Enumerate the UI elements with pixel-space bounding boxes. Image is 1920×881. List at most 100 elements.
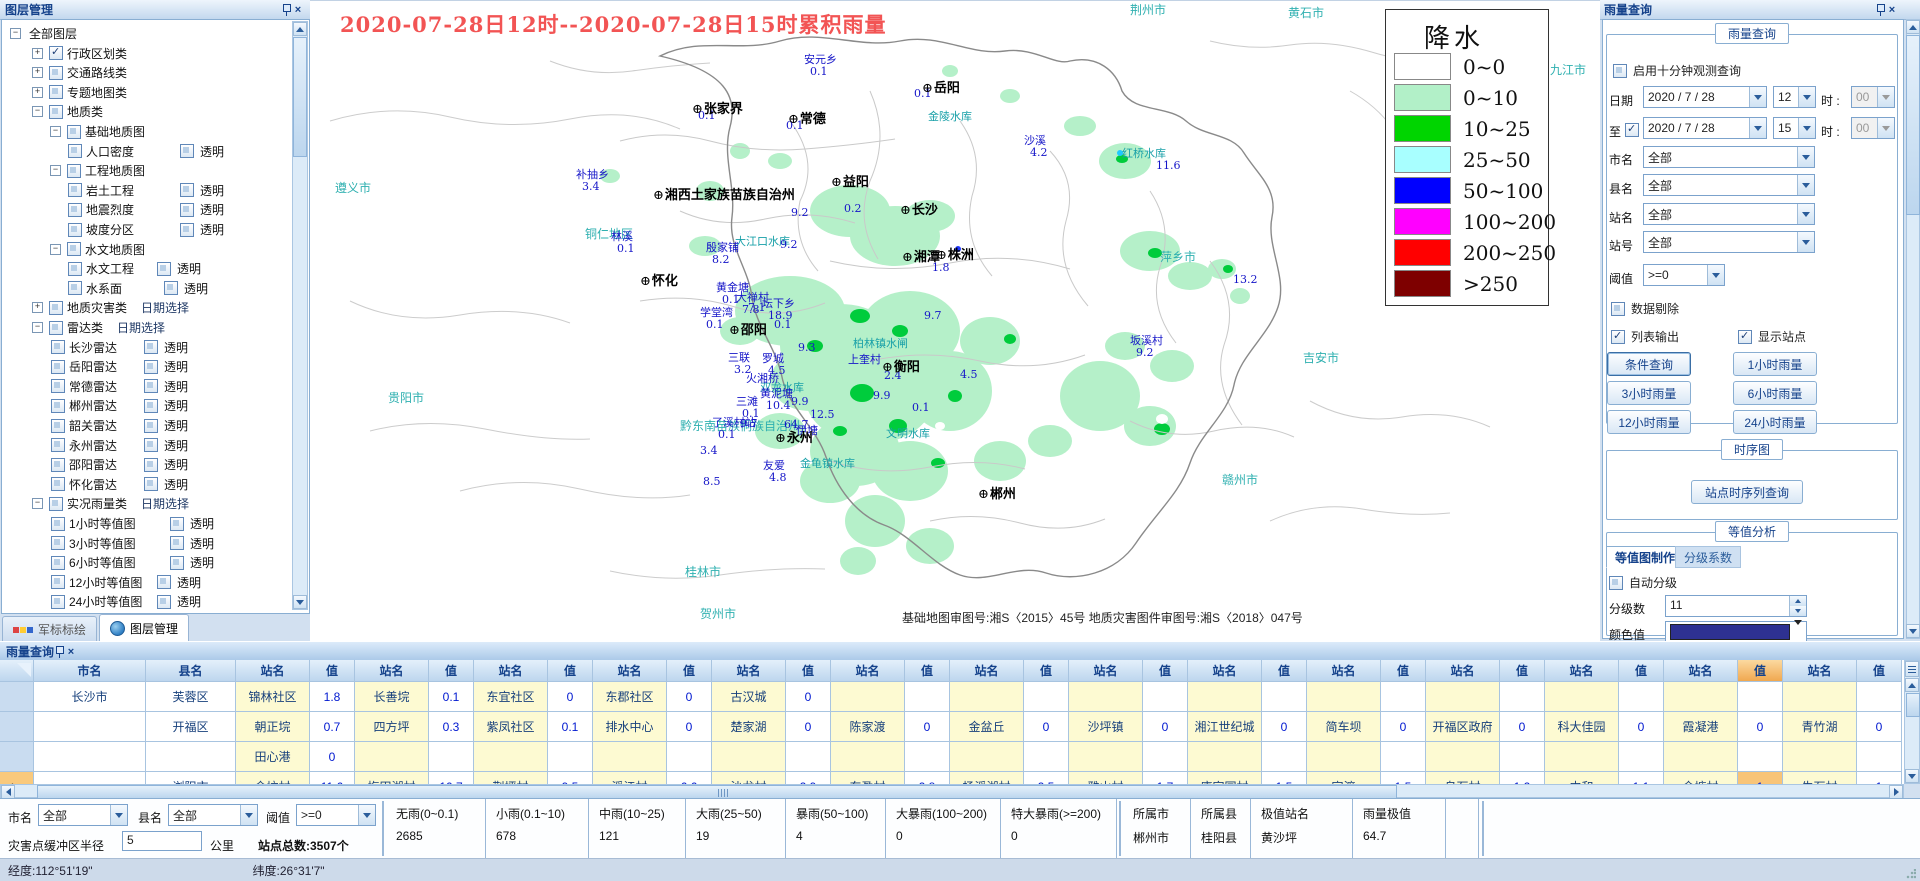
cell-value[interactable]: 0: [1143, 712, 1188, 742]
layer-label[interactable]: 永州雷达: [69, 437, 117, 454]
cell-city[interactable]: [34, 772, 146, 784]
buffer-radius-input[interactable]: 5: [122, 831, 202, 851]
layer-label[interactable]: 怀化雷达: [69, 476, 117, 493]
cell-value[interactable]: 0.7: [310, 712, 355, 742]
cell-value[interactable]: [1143, 682, 1188, 712]
expander-icon[interactable]: +: [32, 67, 43, 78]
cell-station-name[interactable]: 青竹湖: [1783, 712, 1857, 742]
cell-value[interactable]: 0: [667, 682, 712, 712]
tree-node-常德雷达[interactable]: 常德雷达透明: [2, 377, 117, 396]
layer-checkbox[interactable]: [49, 46, 63, 60]
col-header-station[interactable]: 站名: [1664, 660, 1738, 682]
cell-station-name[interactable]: 简车坝: [1307, 712, 1381, 742]
cell-station-name[interactable]: 长善垸: [355, 682, 429, 712]
tree-node-水文工程[interactable]: 水文工程透明: [2, 259, 134, 278]
cell-city[interactable]: [34, 742, 146, 772]
cell-value[interactable]: [1857, 682, 1902, 712]
cell-station-name[interactable]: [355, 742, 429, 772]
rain-6h-button[interactable]: 6小时雨量: [1733, 381, 1817, 405]
col-header-station[interactable]: 站名: [474, 660, 548, 682]
tree-node-坡度分区[interactable]: 坡度分区透明: [2, 220, 134, 239]
threshold-combo[interactable]: >=0: [1643, 264, 1725, 286]
cell-station-name[interactable]: [1664, 682, 1738, 712]
rain-12h-button[interactable]: 12小时雨量: [1607, 410, 1691, 434]
layer-checkbox[interactable]: [67, 242, 81, 256]
layer-label[interactable]: 6小时等值图: [69, 554, 136, 571]
col-header-value[interactable]: 值: [548, 660, 593, 682]
tab-layer-manager[interactable]: 图层管理: [99, 614, 189, 641]
expander-icon[interactable]: +: [32, 302, 43, 313]
cell-value[interactable]: 0.3: [429, 712, 474, 742]
cell-value[interactable]: [1024, 742, 1069, 772]
cell-value[interactable]: 1.7: [1143, 772, 1188, 784]
cell-value[interactable]: [905, 682, 950, 712]
row-indicator[interactable]: [0, 712, 34, 742]
list-output-row[interactable]: 列表输出: [1611, 328, 1679, 345]
cell-value[interactable]: 0: [667, 712, 712, 742]
cell-value[interactable]: [1262, 742, 1307, 772]
table-row[interactable]: ▶浏阳市金坑村11.6梅田湖村10.7荆坪村9.5溪江村6.6沙龙村2.9东盈村…: [0, 772, 1904, 784]
cell-station-name[interactable]: [1545, 742, 1619, 772]
layer-label[interactable]: 基础地质图: [85, 123, 145, 140]
cell-station-name[interactable]: 荆坪村: [474, 772, 548, 784]
cell-value[interactable]: 0.1: [548, 712, 593, 742]
transparent-checkbox[interactable]: [170, 556, 184, 570]
transparent-checkbox[interactable]: [144, 458, 158, 472]
cell-station-name[interactable]: 陈家渡: [831, 712, 905, 742]
map-canvas[interactable]: 2020-07-28日12时--2020-07-28日15时累积雨量 荆州市黄石…: [310, 0, 1600, 642]
cell-station-name[interactable]: [1426, 742, 1500, 772]
cell-value[interactable]: 1.1: [1619, 772, 1664, 784]
tree-node-交通路线类[interactable]: + 交通路线类: [2, 63, 127, 82]
expander-icon[interactable]: −: [32, 106, 43, 117]
col-header-station[interactable]: 站名: [1188, 660, 1262, 682]
cell-value[interactable]: [1619, 682, 1664, 712]
layer-checkbox[interactable]: [51, 575, 65, 589]
cell-value[interactable]: 0: [786, 712, 831, 742]
tree-node-岩土工程[interactable]: 岩土工程透明: [2, 181, 134, 200]
layer-checkbox[interactable]: [51, 419, 65, 433]
cell-station-name[interactable]: [1545, 682, 1619, 712]
col-header-station[interactable]: 站名: [593, 660, 667, 682]
layer-label[interactable]: 交通路线类: [67, 64, 127, 81]
cell-value[interactable]: 0: [1262, 712, 1307, 742]
cell-station-name[interactable]: 金坑村: [236, 772, 310, 784]
layer-label[interactable]: 地质类: [67, 103, 103, 120]
cell-station-name[interactable]: [1188, 682, 1262, 712]
col-header-value[interactable]: 值: [1381, 660, 1426, 682]
cell-value[interactable]: 0: [1024, 712, 1069, 742]
layer-checkbox[interactable]: [49, 497, 63, 511]
cell-station-name[interactable]: 沙龙村: [712, 772, 786, 784]
transparent-checkbox[interactable]: [144, 360, 158, 374]
filter-county-combo[interactable]: 全部: [168, 804, 258, 826]
tree-node-邵阳雷达[interactable]: 邵阳雷达透明: [2, 455, 117, 474]
col-header-value[interactable]: 值: [1738, 660, 1783, 682]
cell-station-name[interactable]: [474, 742, 548, 772]
cell-station-name[interactable]: 雅山村: [1069, 772, 1143, 784]
tree-node-水文地质图[interactable]: −水文地质图: [2, 240, 145, 259]
cell-value[interactable]: 2.5: [1024, 772, 1069, 784]
cell-city[interactable]: 长沙市: [34, 682, 146, 712]
cell-station-name[interactable]: [831, 682, 905, 712]
layer-checkbox[interactable]: [49, 301, 63, 315]
cell-value[interactable]: 9.5: [548, 772, 593, 784]
col-header-value[interactable]: 值: [667, 660, 712, 682]
row-indicator[interactable]: [0, 682, 34, 712]
cell-value[interactable]: 10.7: [429, 772, 474, 784]
col-header-station[interactable]: 站名: [355, 660, 429, 682]
transparent-checkbox[interactable]: [180, 223, 194, 237]
cell-station-name[interactable]: [831, 742, 905, 772]
layer-checkbox[interactable]: [68, 281, 82, 295]
col-header-city[interactable]: 市名: [34, 660, 146, 682]
cell-value[interactable]: [905, 742, 950, 772]
resize-grip[interactable]: [1906, 869, 1916, 879]
transparent-checkbox[interactable]: [180, 183, 194, 197]
cell-station-name[interactable]: 霞凝港: [1664, 712, 1738, 742]
col-header-station[interactable]: 站名: [1426, 660, 1500, 682]
layer-label[interactable]: 岩土工程: [86, 182, 134, 199]
tree-node-专题地图类[interactable]: +专题地图类: [2, 83, 127, 102]
cell-value[interactable]: 0: [1738, 712, 1783, 742]
station-combo[interactable]: 全部: [1643, 203, 1815, 225]
pin-icon[interactable]: [281, 3, 291, 16]
cell-station-name[interactable]: 乌石村: [1426, 772, 1500, 784]
transparent-checkbox[interactable]: [144, 477, 158, 491]
